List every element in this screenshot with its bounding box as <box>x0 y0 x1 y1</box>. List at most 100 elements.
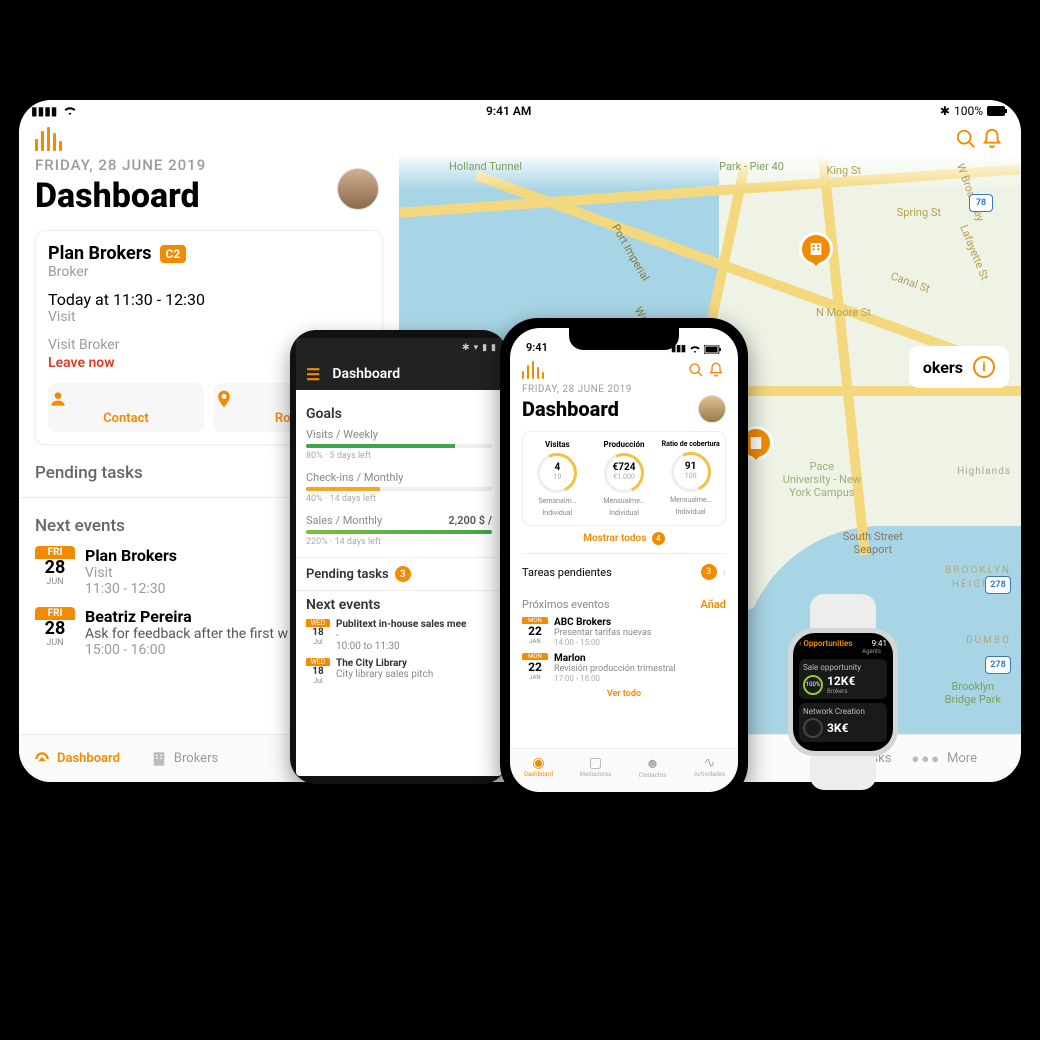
iphone-screen: 9:41 ▮▮▮ FRIDAY, 28 JUNE 2019 <box>510 328 738 792</box>
menu-icon[interactable]: ☰ <box>306 365 320 384</box>
tab-more[interactable]: ●●● More <box>911 751 977 767</box>
info-icon[interactable]: i <box>973 356 995 378</box>
bell-icon[interactable] <box>979 126 1005 152</box>
map-poi-seaport: South Street Seaport <box>843 530 903 556</box>
leave-now[interactable]: Leave now <box>48 355 119 371</box>
android-screen: ✱ ▾ ▮ ▮ ☰ Dashboard Goals Visits / Weekl… <box>296 338 502 776</box>
app-logo[interactable] <box>35 127 62 151</box>
card-title: Plan Brokers <box>48 243 152 264</box>
tab-brokers[interactable]: Brokers <box>150 750 218 768</box>
android-event-item[interactable]: WED18Jul Publitext in-house sales mee - … <box>306 619 492 652</box>
android-device: ✱ ▾ ▮ ▮ ☰ Dashboard Goals Visits / Weekl… <box>290 330 508 784</box>
goals-header: Goals <box>306 406 492 422</box>
pending-badge: 3 <box>395 566 411 582</box>
android-status-bar: ✱ ▾ ▮ ▮ <box>296 338 502 358</box>
android-pending-tasks[interactable]: Pending tasks 3 <box>296 557 502 591</box>
goal-item[interactable]: Check-ins / Monthly 40% · 14 days left <box>306 471 492 504</box>
battery-icon <box>987 106 1009 116</box>
iphone-event-item[interactable]: MON22JAN ABC Brokers Presentar tarifas n… <box>522 617 726 647</box>
contact-button[interactable]: Contact <box>48 383 204 432</box>
status-time: 9:41 <box>526 341 548 354</box>
android-header: ☰ Dashboard <box>296 358 502 390</box>
goal-item[interactable]: Visits / Weekly 80% · 5 days left <box>306 428 492 461</box>
goal-item[interactable]: Sales / Monthly2,200 $ / 220% · 14 days … <box>306 514 492 547</box>
event-title: Beatriz Pereira <box>85 607 288 626</box>
status-time: 9:41 AM <box>77 104 939 118</box>
avatar[interactable] <box>337 168 379 210</box>
iphone-header <box>510 356 738 384</box>
tablet-header <box>19 122 1021 156</box>
bell-icon[interactable] <box>706 360 726 380</box>
map-label: Lafayette St <box>957 223 991 282</box>
tab-contactos[interactable]: ☻Contactos <box>624 749 681 792</box>
kpi-visitas[interactable]: Visitas 410 Semanalm… Individual <box>527 440 588 517</box>
map-callout[interactable]: okers i <box>909 346 1009 388</box>
map-label: N Moore St <box>816 306 871 319</box>
map-label: BROOKLYN <box>945 565 1011 576</box>
signal-icon: ▮▮▮▮ <box>31 104 57 118</box>
notch <box>569 328 679 350</box>
iphone-dateline: FRIDAY, 28 JUNE 2019 <box>522 384 726 395</box>
map-label: Park - Pier 40 <box>719 160 784 173</box>
add-event-button[interactable]: Añad <box>701 598 726 611</box>
battery-text: 100% <box>954 104 983 118</box>
map-label: Highlands <box>957 466 1011 477</box>
watch-header: ‹ Opportunities 9:41 <box>799 639 887 648</box>
android-next-events: Next events <box>306 597 492 613</box>
watch-title: Opportunities <box>803 639 871 648</box>
tablet-status-bar: ▮▮▮▮ 9:41 AM ✱ 100% <box>19 100 1021 122</box>
signal-icon: ▮ <box>482 343 487 353</box>
card-subtitle: Broker <box>48 264 370 280</box>
wifi-icon <box>689 345 701 354</box>
android-title: Dashboard <box>332 366 400 382</box>
kpi-card: Visitas 410 Semanalm… Individual Producc… <box>522 431 726 526</box>
event-datebox: FRI 28 JUN <box>35 607 75 658</box>
search-icon[interactable] <box>953 126 979 152</box>
map-poi-pace: Pace University - New York Campus <box>783 460 861 499</box>
tab-mediadores[interactable]: ▢Mediadores <box>567 749 624 792</box>
progress-ring: 100% <box>803 675 823 695</box>
bluetooth-icon: ✱ <box>940 104 950 118</box>
interstate-shield-278b: 278 <box>985 656 1011 674</box>
card-when: Today at 11:30 - 12:30 <box>48 290 370 309</box>
watch-screen: ‹ Opportunities 9:41 Agents Sale opportu… <box>793 633 893 751</box>
iphone-event-item[interactable]: MON22JAN Marlon Revisión producción trim… <box>522 653 726 683</box>
wifi-icon <box>63 106 77 116</box>
watch-opportunity[interactable]: Sale opportunity 100% 12K€ Brokers <box>799 659 887 699</box>
tab-dashboard[interactable]: Dashboard <box>33 750 120 768</box>
tab-actividades[interactable]: ∿Actividades <box>681 749 738 792</box>
iphone-title: Dashboard <box>522 397 619 421</box>
map-pin[interactable] <box>799 232 833 266</box>
event-title: Plan Brokers <box>85 546 177 565</box>
iphone-tabbar: ◉Dashboard ▢Mediadores ☻Contactos ∿Activ… <box>510 748 738 792</box>
more-icon: ●●● <box>911 751 941 767</box>
map-label: King St <box>826 164 861 177</box>
search-icon[interactable] <box>686 360 706 380</box>
ver-todo-button[interactable]: Ver todo <box>522 689 726 699</box>
show-all-button[interactable]: Mostrar todos 4 <box>522 532 726 545</box>
watch-time: 9:41 <box>872 639 887 648</box>
tab-dashboard[interactable]: ◉Dashboard <box>510 749 567 792</box>
interstate-shield-78: 78 <box>969 194 993 212</box>
pending-badge: 3 <box>701 564 717 580</box>
card-type: Visit <box>48 309 370 325</box>
iphone-device: 9:41 ▮▮▮ FRIDAY, 28 JUNE 2019 <box>500 318 748 802</box>
app-logo[interactable] <box>522 361 544 379</box>
kpi-produccion[interactable]: Producción €724€1.000 Mensualme… Individ… <box>594 440 655 517</box>
map-poi-bbpark: Brooklyn Bridge Park <box>945 680 1001 706</box>
page-title: Dashboard <box>35 176 200 216</box>
kpi-ratio[interactable]: Ratio de cobertura 91100 Mensualme… Indi… <box>660 440 721 517</box>
iphone-next-events: Próximos eventos <box>522 598 610 611</box>
iphone-pending-tasks[interactable]: Tareas pendientes 3 › <box>522 553 726 590</box>
android-event-item[interactable]: WED18Jul The City Library City library s… <box>306 658 492 685</box>
battery-icon: ▮ <box>491 343 496 353</box>
wifi-icon: ▾ <box>474 343 479 353</box>
back-icon[interactable]: ‹ <box>799 639 801 648</box>
watch-opportunity[interactable]: Network Creation 3K€ <box>799 703 887 742</box>
chevron-right-icon: › <box>723 566 726 579</box>
event-datebox: FRI 28 JUN <box>35 546 75 597</box>
card-note: Visit Broker <box>48 337 119 353</box>
avatar[interactable] <box>698 395 726 423</box>
watch-device: ‹ Opportunities 9:41 Agents Sale opportu… <box>780 594 906 790</box>
map-label: Canal St <box>889 269 932 295</box>
